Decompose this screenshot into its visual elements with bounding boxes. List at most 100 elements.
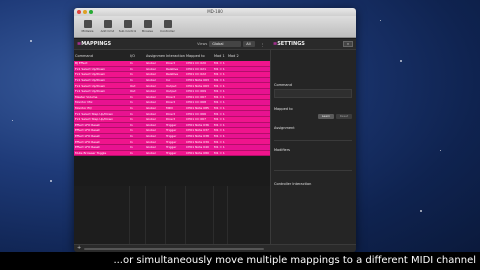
table-cell: Fx1 Select Step Up/Down: [75, 117, 113, 122]
toolbar-item-midisize[interactable]: Midisize: [79, 20, 96, 33]
table-cell: M1 = 1: [214, 128, 225, 133]
toolbar-item-add-cmd[interactable]: Add Cmd: [99, 20, 116, 33]
table-cell: Trigger: [166, 128, 177, 133]
col-assignment[interactable]: Assignment: [145, 54, 165, 58]
table-cell: M1 = 1: [214, 139, 225, 144]
settings-title: ≡SETTINGS: [273, 41, 305, 47]
horizontal-scrollbar[interactable]: [84, 248, 264, 250]
toolbar-item-sub-control[interactable]: Sub Control: [119, 20, 136, 33]
table-cell: Global: [146, 150, 156, 155]
table-cell: M1 = 1: [214, 66, 225, 71]
desktop-star: [440, 150, 441, 151]
table-cell: In: [130, 145, 133, 150]
table-cell: Effect LFO Reset: [75, 122, 100, 127]
table-cell: Trigger: [166, 122, 177, 127]
close-window-icon[interactable]: [77, 10, 81, 14]
midi-icon: [83, 20, 92, 28]
window-controls: [77, 10, 93, 14]
video-caption: ...or simultaneously move multiple mappi…: [0, 252, 480, 270]
table-cell: Trigger: [166, 145, 177, 150]
table-cell: In: [130, 117, 133, 122]
views-controls: Views Global All ⋮: [197, 41, 264, 47]
table-cell: Fx1 Select Up/Down: [75, 66, 106, 71]
column-divider: [213, 186, 214, 244]
table-cell: CH01 Note 063: [186, 83, 209, 88]
title-bar: MD-180: [74, 8, 356, 16]
mapped-to-label: Mapped to: [274, 107, 293, 111]
table-cell: M1 = 1: [214, 117, 225, 122]
table-cell: M1 = 1: [214, 122, 225, 127]
table-cell: In: [130, 139, 133, 144]
reset-button[interactable]: Reset: [336, 114, 352, 119]
table-cell: Fx1 Select Step Up/Down: [75, 111, 113, 116]
settings-panel: Command Mapped to Learn Reset Assignment…: [270, 50, 356, 244]
desktop-star: [420, 210, 422, 212]
view-select[interactable]: Global: [209, 41, 242, 47]
add-mapping-icon[interactable]: +: [77, 245, 81, 251]
table-cell: Output: [166, 89, 177, 94]
table-cell: In: [130, 122, 133, 127]
table-cell: M1 = 1: [214, 94, 225, 99]
table-cell: Global: [146, 83, 156, 88]
settings-title-text: SETTINGS: [277, 41, 305, 47]
table-cell: Out: [130, 89, 136, 94]
col-mapped-to[interactable]: Mapped to: [185, 54, 213, 58]
table-cell: Fx1 Select Up/Down: [75, 78, 106, 83]
learn-button[interactable]: Learn: [318, 114, 334, 119]
table-cell: CH01 CC 022: [186, 72, 206, 77]
table-cell: Effect LFO Reset: [75, 128, 100, 133]
table-cell: M1 = 1: [214, 150, 225, 155]
table-cell: Mute Browser Toggle: [75, 150, 107, 155]
table-cell: Output: [166, 83, 177, 88]
table-cell: In: [130, 61, 133, 66]
command-field[interactable]: [274, 89, 352, 98]
table-row[interactable]: Mute Browser Toggle In Global Trigger CH01 N…: [74, 150, 270, 157]
settings-header: ≡SETTINGS ▾: [270, 39, 356, 50]
table-cell: CH01 CC 067: [186, 94, 206, 99]
table-cell: CH01 CC 069: [186, 89, 206, 94]
col-mod2[interactable]: Mod 2: [227, 54, 270, 58]
toolbar-item-browse[interactable]: Browse: [139, 20, 156, 33]
table-cell: Fx1 Select Up/Down: [75, 89, 106, 94]
table-cell: M1 = 1: [214, 100, 225, 105]
table-header: Command I/O Assignment Interaction Mappe…: [74, 50, 270, 61]
table-cell: In: [130, 106, 133, 111]
table-cell: In: [130, 66, 133, 71]
table-cell: In: [130, 128, 133, 133]
assignment-label: Assignment: [274, 126, 295, 130]
toolbar-label: Controller: [160, 29, 175, 33]
toolbar-item-controller[interactable]: Controller: [159, 20, 176, 33]
table-cell: CH01 Note 039: [186, 139, 209, 144]
table-cell: Effect LFO Reset: [75, 134, 100, 139]
table-cell: Global: [146, 61, 156, 66]
column-divider: [165, 186, 166, 244]
table-cell: Global: [146, 111, 156, 116]
more-icon[interactable]: ⋮: [260, 42, 264, 47]
divider: [274, 170, 352, 171]
col-command[interactable]: Command: [74, 54, 129, 58]
minimize-window-icon[interactable]: [83, 10, 87, 14]
table-cell: Trigger: [166, 139, 177, 144]
table-cell: M1 = 1: [214, 145, 225, 150]
table-cell: In: [130, 100, 133, 105]
zoom-window-icon[interactable]: [89, 10, 93, 14]
table-empty-area: [74, 186, 270, 244]
desktop-star: [30, 40, 32, 42]
table-cell: CH01 CC 020: [186, 61, 206, 66]
col-io[interactable]: I/O: [129, 54, 145, 58]
table-cell: Global: [146, 122, 156, 127]
view-filter-select[interactable]: All: [243, 41, 256, 47]
settings-menu-icon[interactable]: ▾: [343, 41, 353, 47]
table-cell: Monitor EQ: [75, 106, 92, 111]
table-cell: Direct: [166, 94, 175, 99]
mappings-title: ≡MAPPINGS: [77, 41, 112, 47]
table-cell: Global: [146, 94, 156, 99]
table-cell: M1 = 1: [214, 134, 225, 139]
mappings-header: ≡MAPPINGS Views Global All ⋮: [74, 39, 270, 50]
table-cell: CH01 CC 067: [186, 117, 206, 122]
table-cell: CH01 Note 040: [186, 145, 209, 150]
col-interaction[interactable]: Interaction: [165, 54, 185, 58]
col-mod1[interactable]: Mod 1: [213, 54, 227, 58]
sub-icon: [123, 20, 132, 28]
column-divider: [129, 186, 130, 244]
